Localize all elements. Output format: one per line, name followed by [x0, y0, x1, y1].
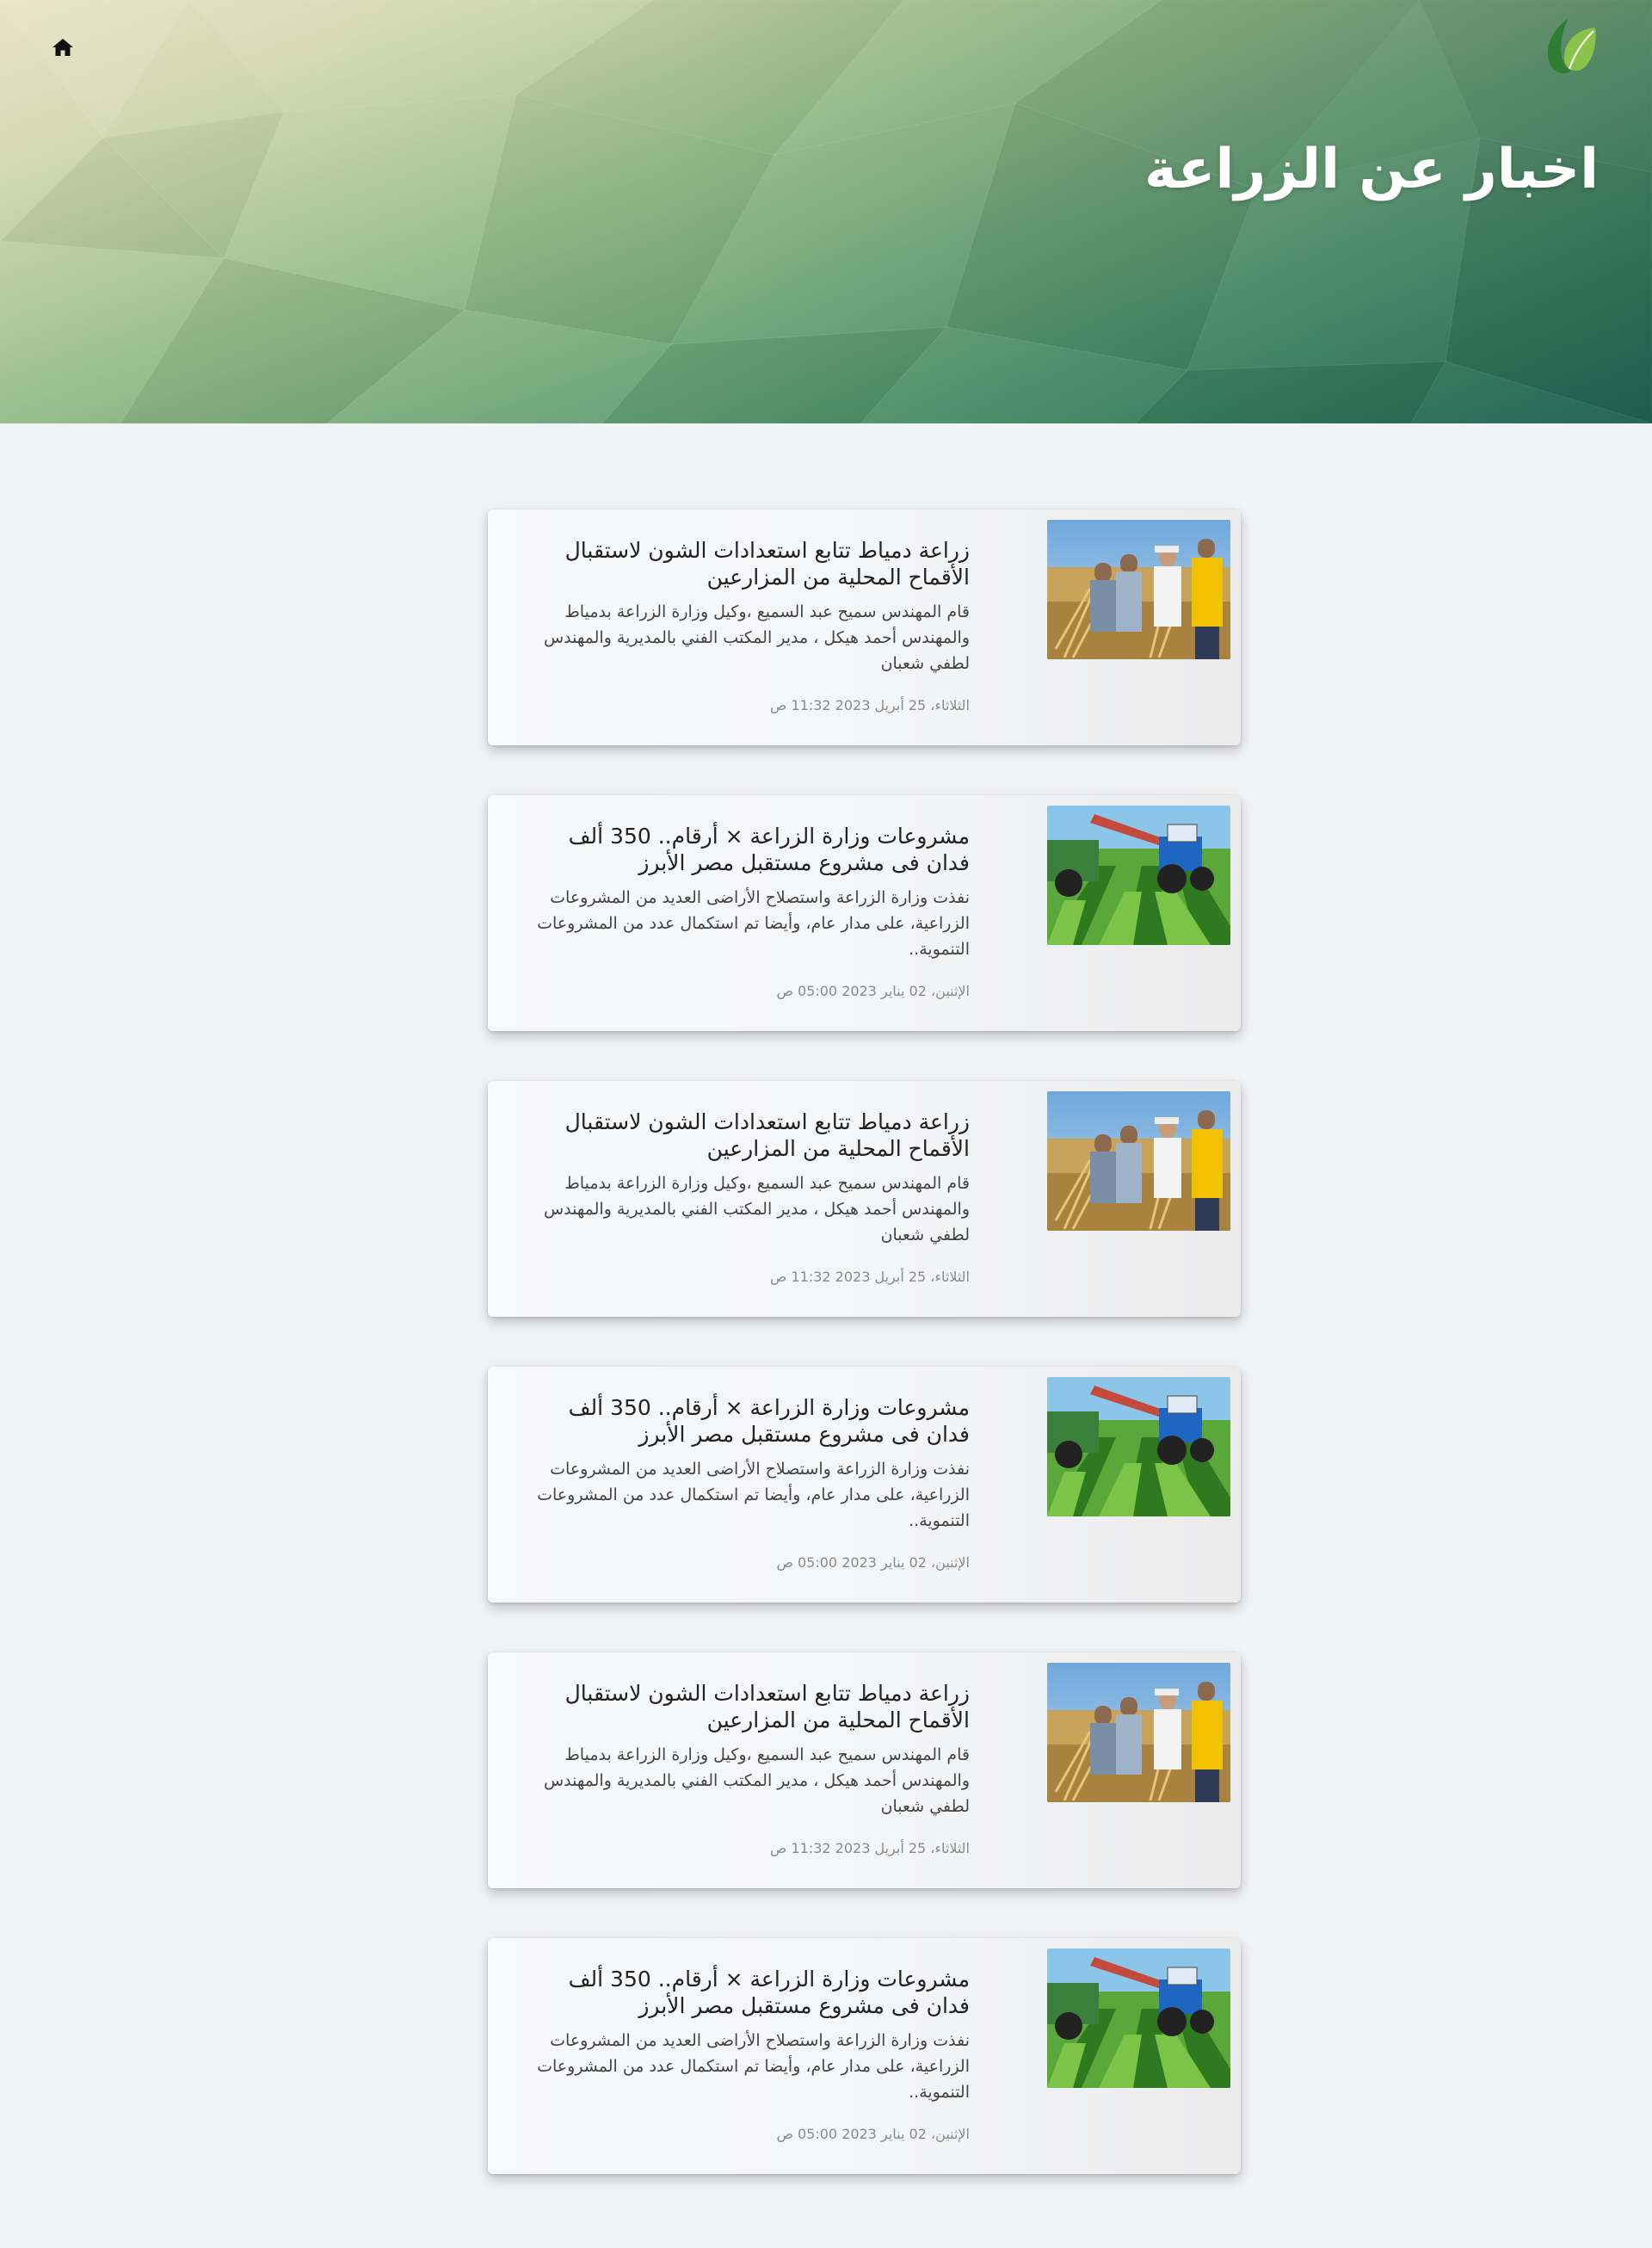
news-thumbnail[interactable]	[1047, 520, 1230, 659]
news-excerpt: نفذت وزارة الزراعة واستصلاح الأراضى العد…	[537, 2031, 970, 2102]
news-excerpt: قام المهندس سميح عبد السميع ،وكيل وزارة …	[543, 602, 970, 673]
news-title[interactable]: مشروعات وزارة الزراعة × أرقام.. 350 ألف …	[522, 823, 970, 876]
news-card[interactable]: زراعة دمياط تتابع استعدادات الشون لاستقب…	[488, 1081, 1241, 1317]
news-excerpt: قام المهندس سميح عبد السميع ،وكيل وزارة …	[543, 1745, 970, 1816]
news-thumbnail[interactable]	[1047, 1663, 1230, 1802]
news-text: مشروعات وزارة الزراعة × أرقام.. 350 ألف …	[522, 1966, 970, 2105]
news-date: الثلاثاء، 25 أبريل 2023 11:32 ص	[770, 1269, 970, 1285]
news-thumbnail[interactable]	[1047, 1091, 1230, 1231]
news-date: الإثنين، 02 يناير 2023 05:00 ص	[776, 2126, 970, 2142]
news-date: الثلاثاء، 25 أبريل 2023 11:32 ص	[770, 697, 970, 713]
page-title: اخبار عن الزراعة	[1143, 138, 1599, 201]
news-thumbnail[interactable]	[1047, 1377, 1230, 1516]
news-card[interactable]: مشروعات وزارة الزراعة × أرقام.. 350 ألف …	[488, 795, 1241, 1031]
news-thumbnail[interactable]	[1047, 806, 1230, 945]
news-title[interactable]: زراعة دمياط تتابع استعدادات الشون لاستقب…	[522, 537, 970, 590]
news-text: زراعة دمياط تتابع استعدادات الشون لاستقب…	[522, 1109, 970, 1248]
news-title[interactable]: زراعة دمياط تتابع استعدادات الشون لاستقب…	[522, 1680, 970, 1733]
news-title[interactable]: مشروعات وزارة الزراعة × أرقام.. 350 ألف …	[522, 1394, 970, 1448]
hero-header: اخبار عن الزراعة	[0, 0, 1652, 423]
news-excerpt: نفذت وزارة الزراعة واستصلاح الأراضى العد…	[537, 1460, 970, 1530]
news-thumbnail[interactable]	[1047, 1948, 1230, 2088]
wheat-harvest-image	[1047, 1663, 1230, 1802]
news-text: زراعة دمياط تتابع استعدادات الشون لاستقب…	[522, 537, 970, 676]
wheat-harvest-image	[1047, 520, 1230, 659]
news-excerpt: قام المهندس سميح عبد السميع ،وكيل وزارة …	[543, 1174, 970, 1244]
tractor-field-image	[1047, 1948, 1230, 2088]
news-date: الإثنين، 02 يناير 2023 05:00 ص	[776, 1554, 970, 1571]
news-excerpt: نفذت وزارة الزراعة واستصلاح الأراضى العد…	[537, 888, 970, 959]
home-icon	[52, 39, 73, 56]
site-logo[interactable]	[1542, 15, 1600, 77]
header-shade	[0, 0, 1652, 423]
news-text: مشروعات وزارة الزراعة × أرقام.. 350 ألف …	[522, 1394, 970, 1534]
news-card[interactable]: مشروعات وزارة الزراعة × أرقام.. 350 ألف …	[488, 1367, 1241, 1603]
home-button[interactable]	[50, 34, 76, 60]
news-card[interactable]: زراعة دمياط تتابع استعدادات الشون لاستقب…	[488, 1652, 1241, 1888]
news-card[interactable]: مشروعات وزارة الزراعة × أرقام.. 350 ألف …	[488, 1938, 1241, 2174]
news-title[interactable]: مشروعات وزارة الزراعة × أرقام.. 350 ألف …	[522, 1966, 970, 2019]
news-text: مشروعات وزارة الزراعة × أرقام.. 350 ألف …	[522, 823, 970, 962]
tractor-field-image	[1047, 806, 1230, 945]
news-date: الثلاثاء، 25 أبريل 2023 11:32 ص	[770, 1840, 970, 1856]
news-date: الإثنين، 02 يناير 2023 05:00 ص	[776, 983, 970, 999]
tractor-field-image	[1047, 1377, 1230, 1516]
news-list: زراعة دمياط تتابع استعدادات الشون لاستقب…	[488, 510, 1241, 2224]
leaf-logo-icon	[1547, 19, 1596, 74]
wheat-harvest-image	[1047, 1091, 1230, 1231]
news-card[interactable]: زراعة دمياط تتابع استعدادات الشون لاستقب…	[488, 510, 1241, 745]
news-text: زراعة دمياط تتابع استعدادات الشون لاستقب…	[522, 1680, 970, 1819]
news-title[interactable]: زراعة دمياط تتابع استعدادات الشون لاستقب…	[522, 1109, 970, 1162]
